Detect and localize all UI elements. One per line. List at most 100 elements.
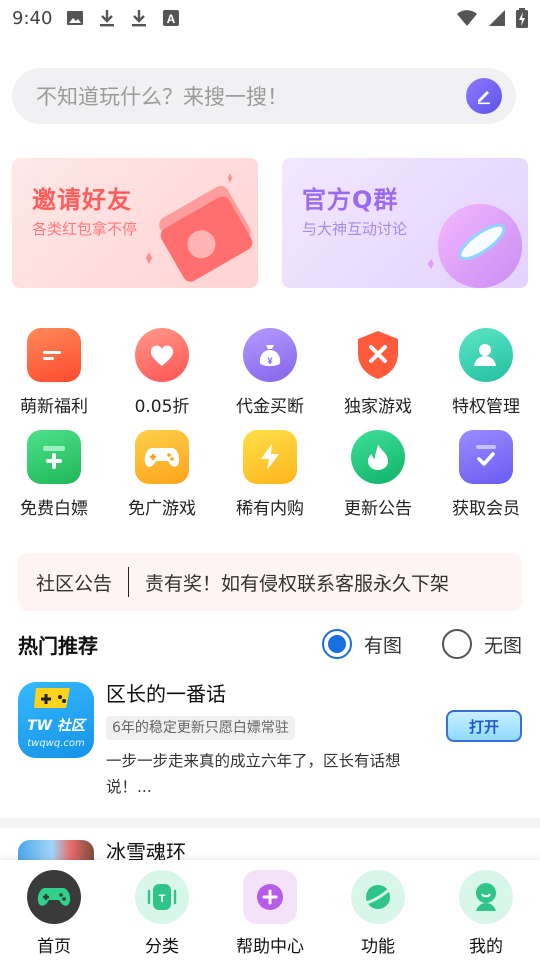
feature-row: 萌新福利 0.05折 ¥ 代金买断 独家游戏 特权管理 xyxy=(0,328,540,430)
grid-label: 获取会员 xyxy=(452,499,520,519)
heart-icon xyxy=(135,328,189,382)
grid-label: 稀有内购 xyxy=(236,499,304,519)
grid-item-rare-iap[interactable]: 稀有内购 xyxy=(216,430,324,532)
planet-icon xyxy=(351,870,405,924)
feature-row: 免费白嫖 免广游戏 稀有内购 更新公告 获取会员 xyxy=(0,430,540,532)
tab-label: 帮助中心 xyxy=(236,937,304,957)
radio-no-images[interactable]: 无图 xyxy=(441,629,522,659)
grid-item-discount[interactable]: 0.05折 xyxy=(108,328,216,430)
grid-item-get-membership[interactable]: 获取会员 xyxy=(432,430,540,532)
tab-home[interactable]: 首页 xyxy=(0,860,108,960)
logo-subtext: twqwq.com xyxy=(27,738,85,749)
planet-icon xyxy=(428,204,522,288)
radio-checked-icon[interactable] xyxy=(321,629,352,659)
tab-category[interactable]: T 分类 xyxy=(108,860,216,960)
grid-label: 免费白嫖 xyxy=(20,499,88,519)
battery-charging-icon xyxy=(516,8,528,28)
system-icons xyxy=(456,8,528,28)
radio-unchecked-icon[interactable] xyxy=(441,629,472,659)
grid-label: 0.05折 xyxy=(134,397,190,417)
grid-label: 独家游戏 xyxy=(344,397,412,417)
grid-item-update-notice[interactable]: 更新公告 xyxy=(324,430,432,532)
status-bar: 9:40 A xyxy=(0,0,540,36)
logo-text: TW 社区 xyxy=(27,717,88,734)
list-item[interactable]: TW 社区 twqwq.com 区长的一番话 6年的稳定更新只愿白嫖常驻 一步一… xyxy=(0,668,540,816)
svg-text:T: T xyxy=(159,893,166,905)
lightning-icon xyxy=(243,430,297,484)
grid-label: 更新公告 xyxy=(344,499,412,519)
tab-mine[interactable]: 我的 xyxy=(432,860,540,960)
radio-with-images[interactable]: 有图 xyxy=(321,629,402,659)
notice-text: 责有奖！如有侵权联系客服永久下架 xyxy=(145,572,450,595)
grid-label: 免广游戏 xyxy=(128,499,196,519)
signal-icon xyxy=(489,10,505,26)
section-title: 热门推荐 xyxy=(18,633,98,658)
shield-icon xyxy=(351,328,405,382)
banner-title: 邀请好友 xyxy=(32,186,132,214)
flame-icon xyxy=(351,430,405,484)
red-envelope-icon xyxy=(146,173,253,282)
invite-friends-banner[interactable]: 邀请好友 各类红包拿不停 xyxy=(12,158,258,288)
status-time: 9:40 xyxy=(12,7,53,29)
user-icon xyxy=(459,328,513,382)
grid-item-ad-free-games[interactable]: 免广游戏 xyxy=(108,430,216,532)
card-plus-icon xyxy=(27,430,81,484)
money-bag-icon: ¥ xyxy=(243,328,297,382)
view-mode-radio-group: 有图 无图 xyxy=(282,629,522,659)
community-notice[interactable]: 社区公告 责有奖！如有侵权联系客服永久下架 xyxy=(18,553,522,611)
grid-label: 萌新福利 xyxy=(20,397,88,417)
banner-title: 官方Q群 xyxy=(302,186,399,214)
open-button[interactable]: 打开 xyxy=(446,710,522,742)
search-bar[interactable]: 不知道玩什么？来搜一搜！ xyxy=(12,68,516,124)
notice-label: 社区公告 xyxy=(36,572,113,595)
grid-item-privilege-management[interactable]: 特权管理 xyxy=(432,328,540,430)
grid-label: 特权管理 xyxy=(452,397,520,417)
item-title: 区长的一番话 xyxy=(106,682,226,706)
divider xyxy=(0,818,540,828)
grid-label: 代金买断 xyxy=(236,397,304,417)
list-item[interactable]: 冰雪魂环 xyxy=(0,828,540,862)
notice-divider xyxy=(128,567,130,597)
grid-item-free-play[interactable]: 免费白嫖 xyxy=(0,430,108,532)
avatar-icon xyxy=(459,870,513,924)
grid-item-newbie-benefits[interactable]: 萌新福利 xyxy=(0,328,108,430)
folder-icon xyxy=(27,328,81,382)
svg-text:¥: ¥ xyxy=(267,356,272,366)
tab-help-center[interactable]: 帮助中心 xyxy=(216,860,324,960)
plus-circle-icon xyxy=(243,870,297,924)
app-logo: TW 社区 twqwq.com xyxy=(18,682,94,758)
tab-label: 分类 xyxy=(145,937,179,957)
feature-grid: 萌新福利 0.05折 ¥ 代金买断 独家游戏 特权管理 免费白嫖 免广游戏 稀有… xyxy=(0,328,540,532)
search-input[interactable]: 不知道玩什么？来搜一搜！ xyxy=(36,81,466,111)
grid-item-exclusive-games[interactable]: 独家游戏 xyxy=(324,328,432,430)
notification-icons: A xyxy=(66,9,180,27)
banner-subtitle: 各类红包拿不停 xyxy=(32,220,138,238)
grid-item-voucher-buyout[interactable]: ¥ 代金买断 xyxy=(216,328,324,430)
edit-pencil-icon xyxy=(478,91,490,105)
tab-label: 首页 xyxy=(37,937,71,957)
category-icon: T xyxy=(135,870,189,924)
svg-text:A: A xyxy=(167,12,176,26)
image-icon xyxy=(67,11,84,25)
gamepad-icon xyxy=(27,870,81,924)
tab-label: 功能 xyxy=(361,937,395,957)
official-qq-group-banner[interactable]: 官方Q群 与大神互动讨论 xyxy=(282,158,528,288)
app-logo xyxy=(18,840,94,862)
tab-label: 我的 xyxy=(469,937,503,957)
check-badge-icon xyxy=(459,430,513,484)
font-icon: A xyxy=(163,10,180,26)
item-tag: 6年的稳定更新只愿白嫖常驻 xyxy=(106,716,295,740)
download-icon xyxy=(132,10,147,27)
bottom-tab-bar: 首页 T 分类 帮助中心 功能 我的 xyxy=(0,860,540,960)
wifi-icon xyxy=(457,10,477,26)
tab-features[interactable]: 功能 xyxy=(324,860,432,960)
search-button[interactable] xyxy=(466,78,502,114)
item-description: 一步一步走来真的成立六年了，区长有话想说！... xyxy=(106,752,401,796)
gamepad-icon xyxy=(135,430,189,484)
banner-subtitle: 与大神互动讨论 xyxy=(302,220,408,238)
download-icon xyxy=(100,10,115,27)
recommend-header: 热门推荐 有图 无图 xyxy=(18,624,522,664)
radio-label: 有图 xyxy=(363,634,402,657)
radio-label: 无图 xyxy=(483,634,522,657)
item-title: 冰雪魂环 xyxy=(106,840,186,862)
